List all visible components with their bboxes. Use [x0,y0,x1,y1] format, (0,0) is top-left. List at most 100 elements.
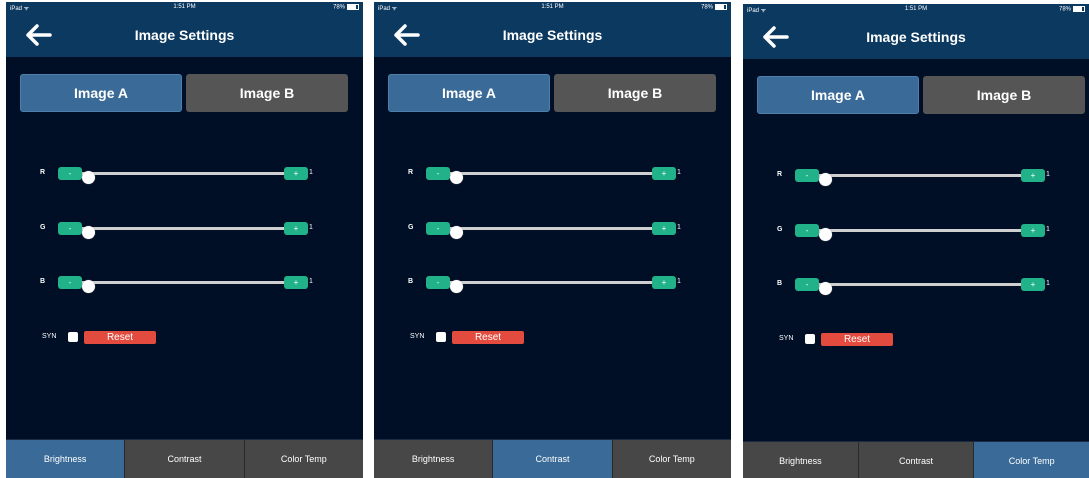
tab-color-temp[interactable]: Color Temp [612,440,731,478]
slider-row-g: G - + 1 [743,224,1089,241]
syn-label: SYN [779,335,794,342]
slider-thumb[interactable] [82,171,95,184]
slider-thumb[interactable] [82,226,95,239]
syn-checkbox[interactable] [436,332,446,342]
slider-label: B [408,278,414,285]
page-title: Image Settings [502,27,603,43]
slider-value: 1 [309,169,313,176]
slider-row-b: B - + 1 [374,276,731,293]
decrement-button[interactable]: - [58,222,82,235]
bottom-tab-bar: Brightness Contrast Color Temp [374,439,731,478]
increment-button[interactable]: + [652,222,676,235]
decrement-button[interactable]: - [426,276,450,289]
segment-image-b[interactable]: Image B [554,74,716,112]
tab-brightness[interactable]: Brightness [374,440,494,478]
decrement-button[interactable]: - [58,167,82,180]
tab-color-temp[interactable]: Color Temp [244,440,363,478]
slider-label: R [408,169,414,176]
slider-thumb[interactable] [819,173,832,186]
increment-button[interactable]: + [1021,224,1045,237]
tab-contrast[interactable]: Contrast [493,440,613,478]
slider-row-b: B - + 1 [743,278,1089,295]
slider-thumb[interactable] [819,282,832,295]
reset-button[interactable]: Reset [84,331,156,344]
segment-image-b[interactable]: Image B [923,76,1085,114]
segment-image-b[interactable]: Image B [186,74,348,112]
sync-row: SYN Reset [743,333,1089,347]
decrement-button[interactable]: - [426,222,450,235]
screenshot-collage: iPad ᯤ 1:51 PM 78% Image Settings Image … [0,0,1089,478]
slider-track[interactable] [819,228,1021,241]
slider-thumb[interactable] [819,228,832,241]
slider-track[interactable] [82,280,284,293]
battery-indicator: 78% [333,4,359,11]
decrement-button[interactable]: - [795,224,819,237]
slider-row-r: R - + 1 [374,167,731,184]
slider-track[interactable] [819,282,1021,295]
slider-thumb[interactable] [82,280,95,293]
bottom-tab-bar: Brightness Contrast Color Temp [743,441,1089,478]
sync-row: SYN Reset [374,331,731,345]
slider-track[interactable] [450,226,652,239]
nav-bar: Image Settings [374,14,731,57]
slider-label: G [408,224,414,231]
increment-button[interactable]: + [284,167,308,180]
bottom-tab-bar: Brightness Contrast Color Temp [6,439,363,478]
decrement-button[interactable]: - [58,276,82,289]
increment-button[interactable]: + [652,276,676,289]
slider-value: 1 [677,224,681,231]
tab-brightness[interactable]: Brightness [6,440,126,478]
slider-row-g: G - + 1 [6,222,363,239]
slider-track[interactable] [819,173,1021,186]
tab-contrast[interactable]: Contrast [858,442,975,478]
slider-thumb[interactable] [450,171,463,184]
decrement-button[interactable]: - [426,167,450,180]
nav-bar: Image Settings [743,16,1089,59]
slider-thumb[interactable] [450,226,463,239]
slider-value: 1 [677,169,681,176]
syn-checkbox[interactable] [68,332,78,342]
ipad-screen-brightness: iPad ᯤ 1:51 PM 78% Image Settings Image … [6,2,363,478]
increment-button[interactable]: + [1021,278,1045,291]
battery-percent: 78% [1058,6,1071,13]
reset-button[interactable]: Reset [821,333,893,346]
image-segmented-control: Image A Image B [20,74,348,112]
tab-color-temp[interactable]: Color Temp [974,442,1089,478]
image-segmented-control: Image A Image B [757,76,1085,114]
increment-button[interactable]: + [284,276,308,289]
ipad-screen-contrast: iPad ᯤ 1:51 PM 78% Image Settings Image … [374,2,731,478]
slider-row-g: G - + 1 [374,222,731,239]
syn-checkbox[interactable] [805,334,815,344]
image-segmented-control: Image A Image B [388,74,716,112]
syn-label: SYN [410,333,425,340]
segment-image-a[interactable]: Image A [20,74,182,112]
segment-image-a[interactable]: Image A [388,74,550,112]
battery-indicator: 78% [1059,6,1085,13]
sync-row: SYN Reset [6,331,363,345]
slider-row-r: R - + 1 [743,169,1089,186]
battery-icon [715,4,727,10]
reset-button[interactable]: Reset [452,331,524,344]
slider-value: 1 [309,278,313,285]
slider-value: 1 [1046,280,1050,287]
tab-contrast[interactable]: Contrast [125,440,245,478]
increment-button[interactable]: + [1021,169,1045,182]
segment-image-a[interactable]: Image A [757,76,919,114]
slider-value: 1 [1046,226,1050,233]
page-title: Image Settings [866,29,966,45]
slider-track[interactable] [82,226,284,239]
status-bar: iPad ᯤ 1:51 PM 78% [743,4,1089,16]
slider-label: R [777,171,783,178]
decrement-button[interactable]: - [795,169,819,182]
increment-button[interactable]: + [652,167,676,180]
increment-button[interactable]: + [284,222,308,235]
slider-thumb[interactable] [450,280,463,293]
tab-brightness[interactable]: Brightness [743,442,859,478]
slider-label: G [40,224,46,231]
status-bar: iPad ᯤ 1:51 PM 78% [374,2,731,14]
slider-track[interactable] [450,171,652,184]
ipad-screen-color-temp: iPad ᯤ 1:51 PM 78% Image Settings Image … [743,4,1089,478]
slider-track[interactable] [450,280,652,293]
decrement-button[interactable]: - [795,278,819,291]
slider-track[interactable] [82,171,284,184]
